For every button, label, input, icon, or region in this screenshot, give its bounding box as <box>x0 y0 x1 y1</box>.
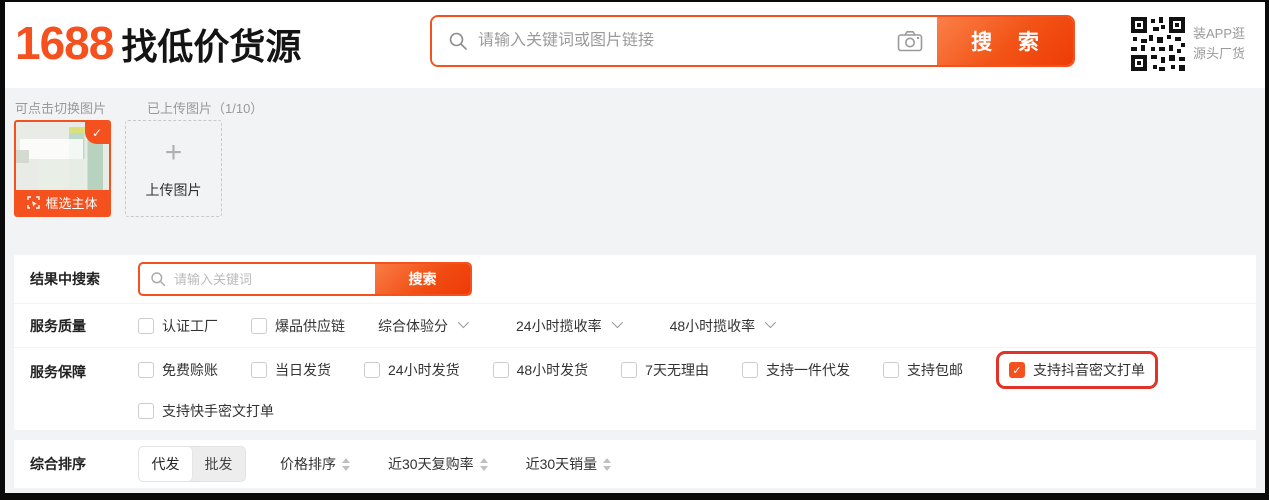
selected-check-icon: ✓ <box>85 122 109 144</box>
service-guarantee-label: 服务保障 <box>30 362 138 382</box>
checkbox-box <box>138 318 154 334</box>
upload-image-button[interactable]: + 上传图片 <box>125 120 222 217</box>
checkbox-douyin-encrypted-printing[interactable]: ✓ 支持抖音密文打单 <box>996 351 1158 389</box>
mode-toggle: 代发 批发 <box>138 446 246 482</box>
chevron-down-icon <box>458 317 469 328</box>
header: 1688 找低价货源 <box>5 2 1265 88</box>
sort-price[interactable]: 价格排序 <box>280 454 350 474</box>
checkbox-free-shipping[interactable]: 支持包邮 <box>883 360 963 380</box>
main-search-input[interactable] <box>478 32 883 50</box>
screenshot-frame: 1688 找低价货源 <box>0 0 1269 500</box>
crop-subject-button[interactable]: 框选主体 <box>16 190 109 215</box>
app-qr-code <box>1129 15 1187 73</box>
filter-panel: 结果中搜索 搜索 服务质量 <box>14 255 1256 430</box>
main-search-bar: 搜 索 <box>430 15 1075 67</box>
crop-subject-label: 框选主体 <box>45 193 97 212</box>
result-search-bar: 搜索 <box>138 262 472 296</box>
logo[interactable]: 1688 找低价货源 <box>15 20 301 66</box>
plus-icon: + <box>165 138 183 168</box>
checkbox-checked-icon: ✓ <box>1009 362 1025 378</box>
chevron-down-icon <box>765 317 776 328</box>
service-quality-row: 服务质量 认证工厂 爆品供应链 综合体验分 24小时揽收率 <box>14 303 1256 347</box>
result-search-row: 结果中搜索 搜索 <box>14 255 1256 303</box>
uploaded-image-thumbnail[interactable]: ✓ 框选主体 <box>14 120 111 217</box>
upload-image-label: 上传图片 <box>146 180 202 200</box>
sort-arrows-icon <box>480 458 488 471</box>
app-promo-line2: 源头厂货 <box>1193 44 1257 64</box>
checkbox-24h-shipping[interactable]: 24小时发货 <box>364 360 460 380</box>
chevron-down-icon <box>611 317 622 328</box>
checkbox-box <box>364 362 380 378</box>
checkbox-box <box>493 362 509 378</box>
result-search-input[interactable] <box>174 272 375 287</box>
checkbox-7day-no-reason[interactable]: 7天无理由 <box>621 360 709 380</box>
dropdown-48h-pickup-rate[interactable]: 48小时揽收率 <box>670 316 774 336</box>
checkbox-hot-supply-chain[interactable]: 爆品供应链 <box>251 316 345 336</box>
checkbox-box <box>621 362 637 378</box>
checkbox-certified-factory[interactable]: 认证工厂 <box>138 316 218 336</box>
checkbox-box <box>251 362 267 378</box>
sort-label: 综合排序 <box>30 454 138 474</box>
dropdown-experience-score[interactable]: 综合体验分 <box>378 316 466 336</box>
sort-arrows-icon <box>603 458 611 471</box>
result-search-button[interactable]: 搜索 <box>375 264 470 294</box>
search-icon <box>150 271 166 287</box>
checkbox-box <box>742 362 758 378</box>
sort-arrows-icon <box>342 458 350 471</box>
checkbox-box <box>883 362 899 378</box>
sort-30day-repurchase[interactable]: 近30天复购率 <box>388 454 488 474</box>
switch-image-hint: 可点击切换图片 <box>15 98 106 117</box>
crop-icon <box>27 196 40 209</box>
logo-1688: 1688 <box>15 20 113 66</box>
checkbox-48h-shipping[interactable]: 48小时发货 <box>493 360 589 380</box>
checkbox-box <box>138 403 154 419</box>
result-search-label: 结果中搜索 <box>30 269 138 289</box>
main-search-button[interactable]: 搜 索 <box>937 17 1073 65</box>
checkbox-kuaishou-encrypted-printing[interactable]: 支持快手密文打单 <box>138 401 274 421</box>
checkbox-box <box>251 318 267 334</box>
sort-panel: 综合排序 代发 批发 价格排序 近30天复购率 近30天销量 <box>14 440 1256 488</box>
checkbox-same-day-shipping[interactable]: 当日发货 <box>251 360 331 380</box>
service-guarantee-row: 服务保障 免费赊账 当日发货 24小时发货 <box>14 347 1256 430</box>
app-promo-line1: 装APP逛 <box>1193 24 1257 44</box>
uploaded-count-label: 已上传图片（1/10） <box>147 98 263 117</box>
checkbox-free-credit[interactable]: 免费赊账 <box>138 360 218 380</box>
checkbox-dropshipping[interactable]: 支持一件代发 <box>742 360 850 380</box>
checkbox-box <box>138 362 154 378</box>
logo-tagline: 找低价货源 <box>121 29 301 65</box>
app-promo-text: 装APP逛 源头厂货 <box>1193 24 1257 64</box>
main-search-input-zone <box>432 17 883 65</box>
search-icon <box>448 31 468 51</box>
camera-icon[interactable] <box>883 17 937 65</box>
sort-30day-sales[interactable]: 近30天销量 <box>526 454 612 474</box>
service-quality-label: 服务质量 <box>30 316 138 336</box>
toggle-wholesale[interactable]: 批发 <box>192 447 245 481</box>
dropdown-24h-pickup-rate[interactable]: 24小时揽收率 <box>516 316 620 336</box>
toggle-dropship[interactable]: 代发 <box>139 447 192 481</box>
page: 1688 找低价货源 <box>5 2 1265 493</box>
